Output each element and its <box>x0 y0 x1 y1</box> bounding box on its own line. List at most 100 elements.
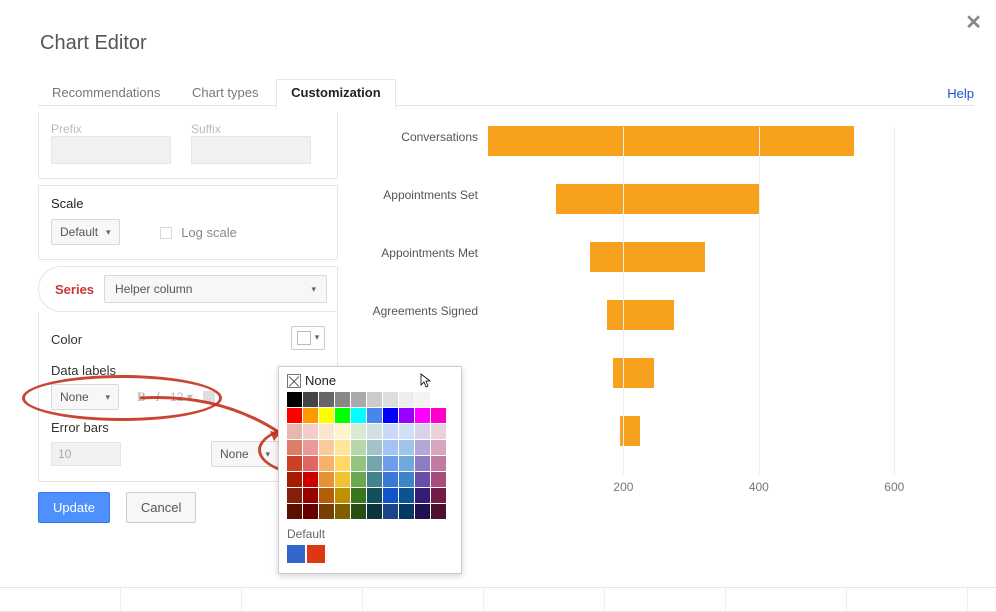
color-swatch[interactable] <box>351 408 366 423</box>
color-swatch[interactable] <box>287 424 302 439</box>
color-swatch[interactable] <box>431 504 446 519</box>
color-swatch[interactable] <box>287 408 302 423</box>
color-swatch[interactable] <box>287 392 302 407</box>
color-swatch[interactable] <box>399 408 414 423</box>
color-swatch[interactable] <box>287 504 302 519</box>
color-swatch[interactable] <box>415 472 430 487</box>
color-swatch[interactable] <box>367 424 382 439</box>
tab-customization[interactable]: Customization <box>276 79 396 109</box>
color-swatch[interactable] <box>367 440 382 455</box>
color-swatch[interactable] <box>335 504 350 519</box>
color-swatch[interactable] <box>303 424 318 439</box>
color-swatch[interactable] <box>319 392 334 407</box>
color-swatch[interactable] <box>303 392 318 407</box>
text-color-icon[interactable] <box>203 391 215 403</box>
color-swatch[interactable] <box>415 392 430 407</box>
bold-icon[interactable]: B <box>137 389 146 405</box>
color-swatch[interactable] <box>431 488 446 503</box>
color-swatch[interactable] <box>415 488 430 503</box>
color-swatch[interactable] <box>415 456 430 471</box>
log-scale-checkbox[interactable]: Log scale <box>160 225 237 240</box>
tab-chart-types[interactable]: Chart types <box>178 80 272 108</box>
series-color-button[interactable]: ▾ <box>291 326 325 350</box>
color-swatch[interactable] <box>351 440 366 455</box>
color-swatch[interactable] <box>399 440 414 455</box>
color-swatch[interactable] <box>335 440 350 455</box>
color-swatch[interactable] <box>399 504 414 519</box>
close-icon[interactable]: ✕ <box>965 10 982 35</box>
default-color-swatch[interactable] <box>307 545 325 563</box>
color-swatch[interactable] <box>335 424 350 439</box>
color-swatch[interactable] <box>383 472 398 487</box>
color-swatch[interactable] <box>383 504 398 519</box>
suffix-input[interactable] <box>191 136 311 164</box>
color-swatch[interactable] <box>367 504 382 519</box>
color-swatch[interactable] <box>303 504 318 519</box>
color-swatch[interactable] <box>383 392 398 407</box>
color-swatch[interactable] <box>303 472 318 487</box>
color-swatch[interactable] <box>287 456 302 471</box>
color-swatch[interactable] <box>303 456 318 471</box>
color-swatch[interactable] <box>351 392 366 407</box>
error-bars-select[interactable]: None ▾ <box>211 441 279 467</box>
color-swatch[interactable] <box>319 408 334 423</box>
color-swatch[interactable] <box>303 488 318 503</box>
series-select[interactable]: Helper column ▾ <box>104 275 327 303</box>
scale-select[interactable]: Default ▾ <box>51 219 120 245</box>
color-swatch[interactable] <box>399 392 414 407</box>
color-swatch[interactable] <box>367 456 382 471</box>
color-swatch[interactable] <box>335 456 350 471</box>
help-link[interactable]: Help <box>947 86 974 101</box>
color-swatch[interactable] <box>399 472 414 487</box>
color-swatch[interactable] <box>303 408 318 423</box>
color-swatch[interactable] <box>335 472 350 487</box>
color-swatch[interactable] <box>319 488 334 503</box>
color-swatch[interactable] <box>367 472 382 487</box>
color-swatch[interactable] <box>431 424 446 439</box>
update-button[interactable]: Update <box>38 492 110 523</box>
color-swatch[interactable] <box>351 472 366 487</box>
color-swatch[interactable] <box>415 424 430 439</box>
color-swatch[interactable] <box>399 488 414 503</box>
color-swatch[interactable] <box>287 440 302 455</box>
color-swatch[interactable] <box>351 456 366 471</box>
color-swatch[interactable] <box>383 424 398 439</box>
color-swatch[interactable] <box>415 440 430 455</box>
color-swatch[interactable] <box>415 408 430 423</box>
color-swatch[interactable] <box>399 456 414 471</box>
color-swatch[interactable] <box>351 504 366 519</box>
color-swatch[interactable] <box>431 408 446 423</box>
color-swatch[interactable] <box>383 408 398 423</box>
color-swatch[interactable] <box>335 488 350 503</box>
color-swatch[interactable] <box>303 440 318 455</box>
color-swatch[interactable] <box>335 408 350 423</box>
italic-icon[interactable]: I <box>156 389 160 405</box>
color-swatch[interactable] <box>319 504 334 519</box>
default-color-swatch[interactable] <box>287 545 305 563</box>
color-swatch[interactable] <box>383 440 398 455</box>
cancel-button[interactable]: Cancel <box>126 492 196 523</box>
color-swatch[interactable] <box>351 488 366 503</box>
color-swatch[interactable] <box>319 456 334 471</box>
color-swatch[interactable] <box>287 488 302 503</box>
tab-recommendations[interactable]: Recommendations <box>38 80 174 108</box>
color-swatch[interactable] <box>431 456 446 471</box>
color-swatch[interactable] <box>415 504 430 519</box>
data-labels-select[interactable]: None ▾ <box>51 384 119 410</box>
color-swatch[interactable] <box>383 488 398 503</box>
color-swatch[interactable] <box>319 440 334 455</box>
color-swatch[interactable] <box>367 392 382 407</box>
color-swatch[interactable] <box>399 424 414 439</box>
color-swatch[interactable] <box>367 408 382 423</box>
color-swatch[interactable] <box>431 392 446 407</box>
font-size-select[interactable]: 12 ▾ <box>170 390 193 404</box>
color-swatch[interactable] <box>383 456 398 471</box>
color-swatch[interactable] <box>335 392 350 407</box>
color-swatch[interactable] <box>319 472 334 487</box>
color-swatch[interactable] <box>431 440 446 455</box>
color-swatch[interactable] <box>351 424 366 439</box>
color-swatch[interactable] <box>367 488 382 503</box>
color-swatch[interactable] <box>431 472 446 487</box>
prefix-input[interactable] <box>51 136 171 164</box>
color-swatch[interactable] <box>287 472 302 487</box>
